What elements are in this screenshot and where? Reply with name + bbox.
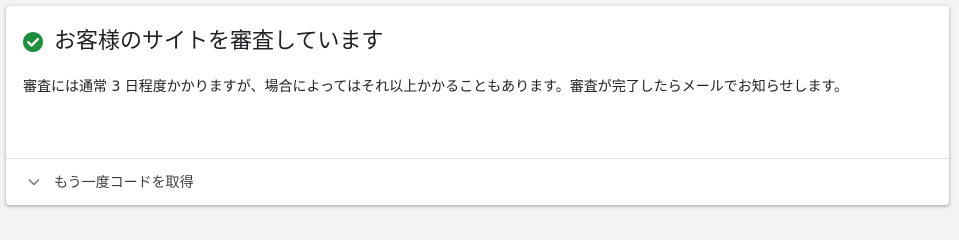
review-description: 審査には通常 3 日程度かかりますが、場合によってはそれ以上かかることもあります… <box>23 79 849 95</box>
expander-label: もう一度コードを取得 <box>54 175 194 191</box>
chevron-down-icon <box>26 174 42 190</box>
get-code-again-expander[interactable]: もう一度コードを取得 <box>6 159 949 205</box>
review-status-card: お客様のサイトを審査しています 審査には通常 3 日程度かかりますが、場合によっ… <box>6 6 949 205</box>
check-circle-icon <box>22 31 44 53</box>
page-title: お客様のサイトを審査しています <box>54 29 384 54</box>
card-header: お客様のサイトを審査しています <box>22 26 383 58</box>
